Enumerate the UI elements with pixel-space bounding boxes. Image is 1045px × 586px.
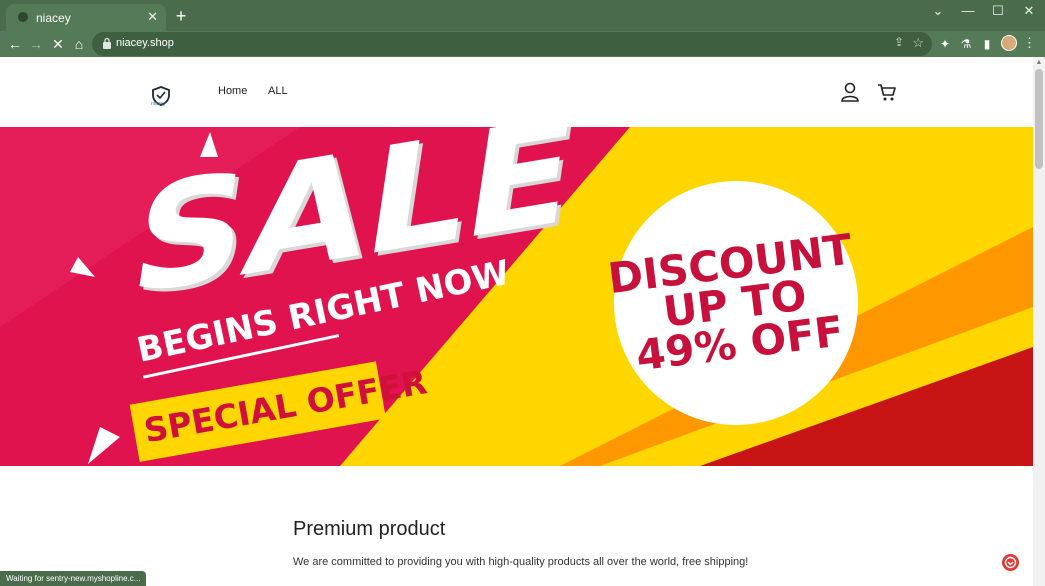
nav-all-link[interactable]: ALL — [268, 85, 288, 97]
chevron-down-icon — [1004, 556, 1017, 569]
side-panel-icon[interactable]: ▮ — [978, 35, 996, 53]
site-header: niacey Home ALL — [0, 57, 1033, 127]
home-button[interactable]: ⌂ — [69, 34, 89, 54]
section-text: We are committed to providing you with h… — [293, 556, 749, 568]
maximize-button[interactable]: ☐ — [983, 3, 1013, 19]
chat-widget-button[interactable] — [1002, 554, 1019, 571]
tab-strip: niacey ✕ + ⌄ — ☐ ✕ — [0, 0, 1045, 31]
profile-avatar[interactable] — [1001, 35, 1017, 51]
extensions-icon[interactable]: ✦ — [936, 35, 954, 53]
address-bar[interactable]: niacey.shop ⇪ ☆ — [92, 32, 932, 56]
user-icon[interactable] — [839, 81, 861, 103]
browser-chrome: niacey ✕ + ⌄ — ☐ ✕ ← → ✕ ⌂ niacey.shop ⇪… — [0, 0, 1045, 57]
labs-flask-icon[interactable]: ⚗ — [957, 35, 975, 53]
sale-banner[interactable]: SALE SALE BEGINS RIGHT NOW SPECIAL OFFER… — [0, 127, 1033, 466]
new-tab-button[interactable]: + — [172, 6, 190, 27]
scrollbar-thumb[interactable] — [1035, 69, 1043, 169]
forward-button[interactable]: → — [26, 34, 46, 54]
minimize-button[interactable]: — — [953, 3, 983, 18]
product-section: Premium product We are committed to prov… — [0, 466, 1033, 586]
tab-title: niacey — [36, 11, 71, 25]
back-button[interactable]: ← — [5, 34, 25, 54]
stop-button[interactable]: ✕ — [48, 34, 68, 54]
logo-text: niacey — [151, 101, 166, 107]
lock-icon — [103, 37, 111, 49]
tab-close-icon[interactable]: ✕ — [147, 9, 158, 25]
close-window-button[interactable]: ✕ — [1014, 3, 1044, 19]
url-text[interactable]: niacey.shop — [116, 37, 174, 49]
cart-icon[interactable] — [876, 81, 898, 103]
nav-home-link[interactable]: Home — [218, 85, 247, 97]
scroll-up-icon[interactable]: ▲ — [1033, 59, 1045, 66]
bookmark-star-icon[interactable]: ☆ — [912, 35, 924, 51]
section-title: Premium product — [293, 518, 446, 540]
tab-search-icon[interactable]: ⌄ — [923, 3, 953, 19]
browser-tab[interactable]: niacey ✕ — [6, 4, 166, 31]
browser-menu-icon[interactable]: ⋮ — [1023, 35, 1036, 51]
browser-toolbar: ← → ✕ ⌂ niacey.shop ⇪ ☆ ✦ ⚗ ▮ ⋮ — [0, 31, 1045, 57]
page-scrollbar[interactable]: ▲ — [1033, 57, 1045, 586]
browser-status-bar: Waiting for sentry-new.myshopline.c... — [0, 571, 147, 586]
share-icon[interactable]: ⇪ — [894, 35, 904, 49]
page-viewport: niacey Home ALL SALE SALE BEGINS RIGHT N… — [0, 57, 1033, 586]
favicon-icon — [18, 12, 28, 22]
